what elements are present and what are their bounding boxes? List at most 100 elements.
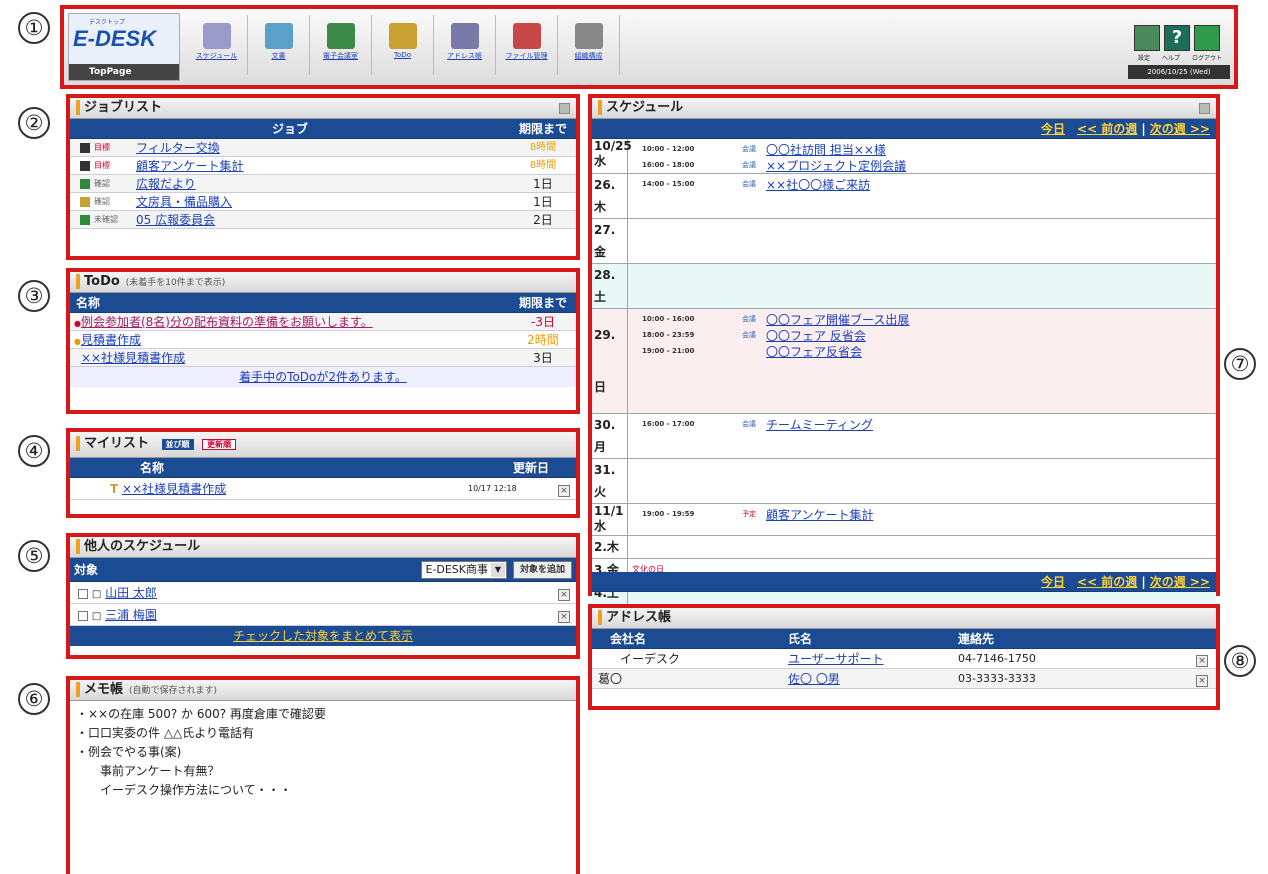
- address-tel: 03-3333-3333: [958, 672, 1036, 685]
- toolbar-org[interactable]: 組織構成: [558, 15, 620, 75]
- mylist-title-bar: マイリスト 並び順 更新順: [70, 432, 576, 458]
- nav-today[interactable]: 今日: [1041, 572, 1065, 591]
- job-link[interactable]: 顧客アンケート集計: [136, 157, 244, 175]
- nav-today[interactable]: 今日: [1041, 119, 1065, 138]
- checkbox[interactable]: [78, 610, 88, 621]
- person-link[interactable]: 三浦 梅園: [105, 608, 157, 622]
- memo-line: ・××の在庫 500? か 600? 再度倉庫で確認要: [76, 707, 326, 721]
- remove-icon[interactable]: ×: [1196, 675, 1208, 687]
- address-name-link[interactable]: ユーザーサポート: [788, 649, 958, 668]
- todo-in-progress-link[interactable]: 着手中のToDoが2件あります。: [239, 370, 407, 384]
- show-checked-link[interactable]: チェックした対象をまとめて表示: [70, 626, 576, 646]
- col-name: 氏名: [788, 632, 813, 646]
- todo-link[interactable]: 見積書作成: [81, 333, 141, 347]
- event-time: 18:00 - 23:59: [642, 331, 695, 339]
- memo-textarea[interactable]: ・××の在庫 500? か 600? 再度倉庫で確認要 ・口口実委の件 △△氏よ…: [70, 701, 576, 804]
- remove-icon[interactable]: ×: [558, 611, 570, 623]
- address-rows: イーデスク ユーザーサポート 04-7146-1750 × 葛〇 佐〇 〇男 03-3333…: [592, 649, 1216, 689]
- event-link[interactable]: チームミーティング: [766, 416, 873, 433]
- day-events: 14:00 - 15:00 会議 ××社〇〇様ご来訪: [628, 174, 1216, 218]
- settings-button[interactable]: [1134, 25, 1160, 51]
- event-link[interactable]: 〇〇フェア反省会: [766, 343, 862, 360]
- day-events: [628, 264, 1216, 308]
- event-tag: 会議: [742, 420, 756, 428]
- event-link[interactable]: 〇〇フェア開催ブース出展: [766, 311, 909, 328]
- nav-prev-week[interactable]: << 前の週: [1077, 119, 1137, 138]
- todo-frame: ToDo (未着手を10件まで表示) 名称 期限まで ●例会参加者(8名)分の配布資…: [66, 268, 580, 414]
- list-item: T ××社様見積書作成 10/17 12:18 ×: [70, 478, 576, 500]
- toolbar-schedule[interactable]: スケジュール: [186, 15, 248, 75]
- toolbar-documents[interactable]: 文書: [248, 15, 310, 75]
- event-tag: 会議: [742, 331, 756, 339]
- event-link[interactable]: 顧客アンケート集計: [766, 506, 874, 523]
- mylist-item-link[interactable]: ××社様見積書作成: [122, 482, 226, 496]
- job-tag: 目標: [94, 142, 110, 152]
- address-remove: ×: [1196, 649, 1216, 668]
- event-link[interactable]: 〇〇フェア 反省会: [766, 327, 866, 344]
- minimize-icon[interactable]: [559, 103, 570, 114]
- nav-next-week[interactable]: 次の週 >>: [1150, 572, 1210, 591]
- minimize-icon[interactable]: [1199, 103, 1210, 114]
- job-type-icon: [80, 196, 90, 207]
- col-name: 名称: [76, 296, 101, 310]
- memo-line: ・口口実委の件 △△氏より電話有: [76, 726, 255, 740]
- person-link[interactable]: 山田 太郎: [105, 586, 157, 600]
- address-remove: ×: [1196, 669, 1216, 688]
- job-link[interactable]: フィルター交換: [136, 139, 220, 157]
- help-button[interactable]: ?: [1164, 25, 1190, 51]
- toolbar-todo[interactable]: ToDo: [372, 15, 434, 75]
- toolbar-label: アドレス帳: [447, 52, 482, 60]
- job-link[interactable]: 文房具・備品購入: [136, 193, 232, 211]
- add-target-button[interactable]: 対象を追加: [512, 560, 572, 579]
- table-row: ●見積書作成 2時間: [70, 331, 576, 349]
- col-name: 名称: [140, 461, 165, 475]
- schedule-frame: スケジュール 今日 << 前の週 | 次の週 >> 10/25 水 10:00 -…: [588, 94, 1220, 674]
- event-link[interactable]: 〇〇社訪問 担当××様: [766, 141, 886, 158]
- job-link[interactable]: 05 広報委員会: [136, 211, 215, 229]
- todo-footer: 着手中のToDoが2件あります。: [70, 367, 576, 387]
- table-row: ●××社様見積書作成 3日: [70, 349, 576, 367]
- job-cell: 未確認 05 広報委員会: [70, 211, 510, 228]
- job-type-icon: [80, 178, 90, 189]
- target-select[interactable]: E-DESK商事 ▼: [421, 560, 507, 579]
- todo-cell: ●××社様見積書作成: [70, 349, 510, 366]
- remove-icon[interactable]: ×: [1196, 655, 1208, 667]
- logo[interactable]: デスクトップ E-DESK TopPage: [68, 13, 180, 81]
- event-link[interactable]: ××プロジェクト定例会議: [766, 157, 906, 174]
- tab-sort-order[interactable]: 並び順: [161, 439, 194, 450]
- toolbar-address[interactable]: アドレス帳: [434, 15, 496, 75]
- schedule-title: スケジュール: [598, 100, 684, 115]
- checkbox[interactable]: [78, 588, 88, 599]
- toppage-link[interactable]: TopPage: [69, 64, 179, 80]
- person-icon: □: [91, 589, 102, 600]
- toolbar-files[interactable]: ファイル管理: [496, 15, 558, 75]
- toolbar-meeting-room[interactable]: 電子会議室: [310, 15, 372, 75]
- schedule-day: 2.木: [592, 536, 1216, 559]
- todo-link[interactable]: 例会参加者(8名)分の配布資料の準備をお願いします。: [81, 315, 373, 329]
- nav-next-week[interactable]: 次の週 >>: [1150, 119, 1210, 138]
- memo-line: イーデスク操作方法について・・・: [100, 783, 292, 797]
- toolbar-label: スケジュール: [195, 52, 238, 60]
- logout-button[interactable]: [1194, 25, 1220, 51]
- table-row: 目標 フィルター交換 8時間: [70, 139, 576, 157]
- schedule-day: 28.土: [592, 264, 1216, 309]
- schedule-nav-bottom: 今日 << 前の週 | 次の週 >>: [592, 572, 1216, 592]
- remove-icon[interactable]: ×: [558, 589, 570, 601]
- address-name-link[interactable]: 佐〇 〇男: [788, 669, 958, 688]
- todo-link[interactable]: ××社様見積書作成: [81, 351, 185, 365]
- nav-prev-week[interactable]: << 前の週: [1077, 572, 1137, 591]
- remove-icon[interactable]: ×: [558, 485, 570, 497]
- event-time: 10:00 - 16:00: [642, 315, 695, 323]
- job-link[interactable]: 広報だより: [136, 175, 196, 193]
- bullet-icon: ●: [74, 337, 81, 346]
- day-events: 10:00 - 16:00 会議 〇〇フェア開催ブース出展 18:00 - 23:59…: [628, 309, 1216, 413]
- toolbar-label: 文書: [271, 52, 286, 60]
- event-tag: 会議: [742, 180, 756, 188]
- day-label: 28.土: [592, 264, 628, 308]
- day-label: 29.日: [592, 309, 628, 413]
- event-link[interactable]: ××社〇〇様ご来訪: [766, 176, 870, 193]
- tab-update-order[interactable]: 更新順: [202, 439, 237, 450]
- event-time: 16:00 - 18:00: [642, 161, 695, 169]
- schedule-event: 16:00 - 17:00 会議 チームミーティング: [642, 416, 1216, 432]
- address-company: 葛〇: [598, 672, 623, 686]
